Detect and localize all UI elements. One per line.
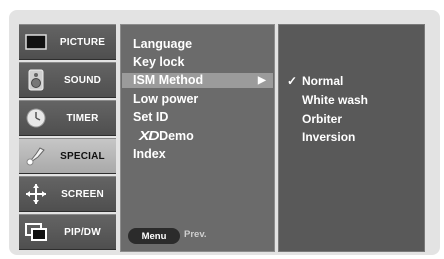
ism-submenu-panel: ✓ Normal White wash Orbiter Inversion xyxy=(278,24,425,252)
menu-item-label: ISM Method xyxy=(133,73,204,87)
menu-item-label: Language xyxy=(133,37,193,51)
submenu-item-white-wash[interactable]: White wash xyxy=(302,93,368,107)
menu-item-label: Index xyxy=(133,147,166,161)
special-menu-panel: Language Key lock ISM Method ▶ Low power… xyxy=(120,24,275,252)
menu-item-label: Demo xyxy=(159,129,194,143)
category-label: SOUND xyxy=(63,74,102,86)
checkmark-icon: ✓ xyxy=(287,74,298,88)
menu-item-label: Key lock xyxy=(133,55,185,69)
screen-adjust-icon xyxy=(19,176,53,212)
menu-item-xd-demo[interactable]: XDDemo xyxy=(139,128,194,143)
menu-item-low-power[interactable]: Low power xyxy=(133,92,198,107)
category-label: TIMER xyxy=(66,112,99,124)
menu-item-set-id[interactable]: Set ID xyxy=(133,110,168,125)
category-special[interactable]: SPECIAL xyxy=(19,138,116,174)
category-label: PICTURE xyxy=(59,36,106,48)
category-sound[interactable]: SOUND xyxy=(19,62,116,98)
pip-icon xyxy=(19,214,53,250)
clock-icon xyxy=(19,100,53,136)
submenu-item-label: White wash xyxy=(302,93,369,107)
category-label: SPECIAL xyxy=(60,150,105,162)
xd-logo-icon: XD xyxy=(139,128,159,143)
category-screen[interactable]: SCREEN xyxy=(19,176,116,212)
menu-item-key-lock[interactable]: Key lock xyxy=(133,55,184,70)
submenu-item-orbiter[interactable]: Orbiter xyxy=(302,112,342,126)
submenu-item-label: Inversion xyxy=(302,130,356,144)
monitor-icon xyxy=(19,24,53,60)
category-pip[interactable]: PIP/DW xyxy=(19,214,116,250)
menu-button[interactable]: Menu xyxy=(128,228,180,244)
special-icon xyxy=(19,138,53,174)
menu-item-ism-method[interactable]: ISM Method ▶ xyxy=(122,73,273,88)
category-picture[interactable]: PICTURE xyxy=(19,24,116,60)
submenu-item-label: Normal xyxy=(302,74,344,88)
menu-item-label: Set ID xyxy=(133,110,169,124)
category-column: PICTURE SOUND TIMER SPECIAL SCREEN PIP/D… xyxy=(19,24,116,252)
category-label: SCREEN xyxy=(61,188,104,200)
submenu-arrow-icon: ▶ xyxy=(258,75,266,86)
speaker-icon xyxy=(19,62,53,98)
prev-label: Prev. xyxy=(184,229,207,240)
submenu-item-normal[interactable]: Normal xyxy=(302,74,343,88)
category-timer[interactable]: TIMER xyxy=(19,100,116,136)
submenu-item-inversion[interactable]: Inversion xyxy=(302,130,355,144)
category-label: PIP/DW xyxy=(64,226,101,238)
menu-item-index[interactable]: Index xyxy=(133,147,166,162)
menu-item-language[interactable]: Language xyxy=(133,37,192,52)
menu-item-label: Low power xyxy=(133,92,199,106)
submenu-item-label: Orbiter xyxy=(302,112,343,126)
